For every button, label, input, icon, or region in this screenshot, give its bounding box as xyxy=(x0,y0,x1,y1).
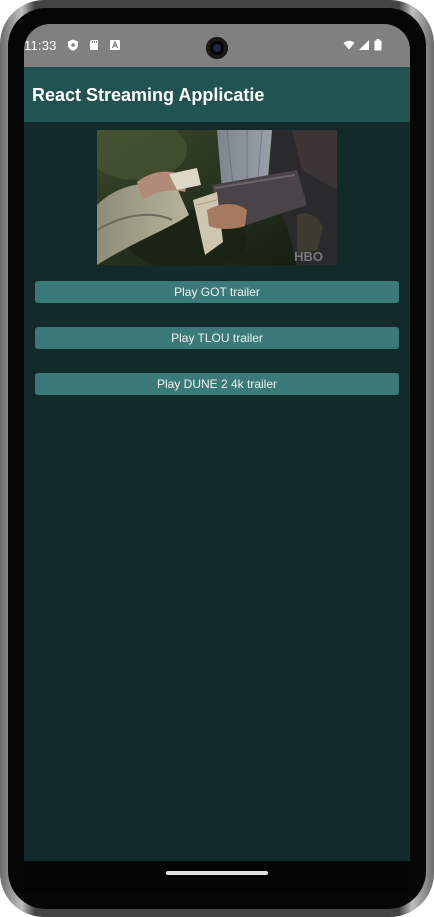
font-a-icon xyxy=(110,40,120,50)
video-thumbnail: HBO xyxy=(97,130,337,265)
video-player[interactable]: HBO xyxy=(97,130,337,265)
shield-icon xyxy=(68,39,78,51)
wifi-icon xyxy=(343,40,355,50)
sd-card-icon xyxy=(90,40,98,50)
cell-signal-icon xyxy=(359,40,369,50)
battery-icon xyxy=(374,39,382,51)
app-bar: React Streaming Applicatie xyxy=(24,67,410,122)
front-camera xyxy=(206,37,228,59)
status-time: 11:33 xyxy=(24,38,57,53)
home-indicator[interactable] xyxy=(166,871,268,875)
main-content: HBO Play GOT trailer Play TLOU trailer P… xyxy=(24,122,410,861)
phone-screen: 11:33 React Streaming Applicatie HBO Pla… xyxy=(24,24,410,890)
app-title: React Streaming Applicatie xyxy=(32,85,265,105)
play-got-trailer-button[interactable]: Play GOT trailer xyxy=(35,281,399,303)
navigation-bar xyxy=(24,861,410,889)
play-tlou-trailer-button[interactable]: Play TLOU trailer xyxy=(35,327,399,349)
play-dune-2-trailer-button[interactable]: Play DUNE 2 4k trailer xyxy=(35,373,399,395)
status-bar: 11:33 xyxy=(24,24,410,67)
hbo-watermark: HBO xyxy=(294,249,323,264)
